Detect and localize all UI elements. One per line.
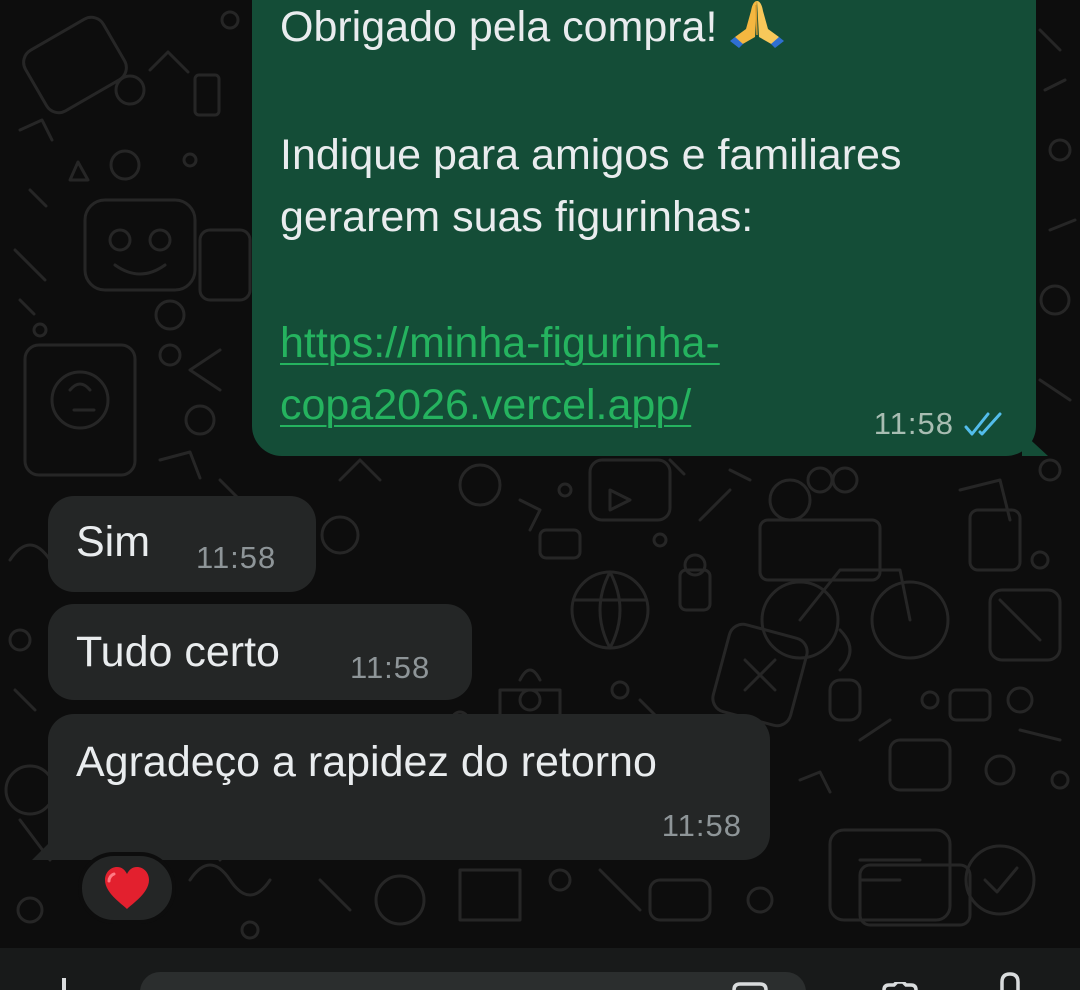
message-time: 11:58 [350,650,431,685]
microphone-icon[interactable] [992,972,1028,990]
outgoing-message-bubble[interactable]: Obrigado pela compra! Indique para amigo… [252,0,1048,456]
message-text: Obrigado pela compra! [280,0,787,58]
incoming-message-bubble[interactable]: Tudo certo 11:58 [48,604,472,700]
message-reaction[interactable] [78,852,176,924]
message-input-field[interactable] [140,972,806,990]
red-heart-icon [105,867,149,909]
incoming-message-bubble[interactable]: Agradeço a rapidez do retorno 11:58 [32,714,770,860]
message-text: Indique para amigos e familiares [280,131,902,179]
sticker-icon[interactable] [730,982,770,990]
message-input-bar [0,948,1080,990]
message-text: Agradeço a rapidez do retorno [76,738,657,786]
message-link[interactable]: copa2026.vercel.app/ [280,374,691,436]
message-meta: 11:58 [874,406,1006,442]
incoming-message-bubble[interactable]: Sim 11:58 [48,496,316,592]
message-time: 11:58 [196,540,277,575]
camera-icon[interactable] [880,982,920,990]
message-text: Tudo certo [76,628,280,676]
message-time: 11:58 [661,808,742,843]
bubble-tail [32,838,54,860]
bubble-tail [1022,432,1048,456]
message-text: Sim [76,518,151,566]
folded-hands-emoji-icon [730,1,785,48]
chat-background: Obrigado pela compra! Indique para amigo… [0,0,1080,990]
double-check-read-icon [964,412,1002,436]
message-text: gerarem suas figurinhas: [280,193,754,241]
message-time: 11:58 [873,406,954,441]
message-link[interactable]: https://minha-figurinha- [280,312,720,374]
plus-icon[interactable] [44,978,84,990]
